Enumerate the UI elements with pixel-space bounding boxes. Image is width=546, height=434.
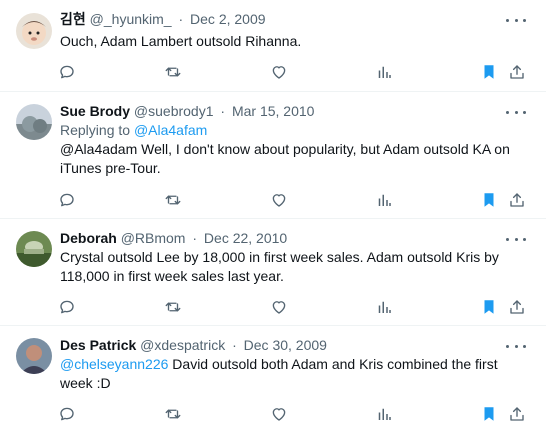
- bookmark-icon[interactable]: [479, 297, 499, 317]
- tweet-body: 김현 @_hyunkim_ · Dec 2, 2009 Ouch, Adam L…: [60, 10, 534, 51]
- more-icon[interactable]: [506, 12, 526, 28]
- reply-icon[interactable]: [57, 297, 77, 317]
- tweet-header: Deborah @RBmom · Dec 22, 2010: [60, 229, 534, 247]
- tweet-text: Crystal outsold Lee by 18,000 in first w…: [60, 248, 534, 286]
- avatar[interactable]: [16, 13, 52, 49]
- tweet[interactable]: Deborah @RBmom · Dec 22, 2010 Crystal ou…: [0, 219, 546, 326]
- tweet-header: Des Patrick @xdespatrick · Dec 30, 2009: [60, 336, 534, 354]
- views-icon[interactable]: [374, 297, 394, 317]
- tweet-text: @Ala4adam Well, I don't know about popul…: [60, 140, 534, 178]
- separator: ·: [220, 103, 226, 119]
- share-icon[interactable]: [507, 297, 527, 317]
- tweet-text-plain: Ouch, Adam Lambert outsold Rihanna.: [60, 33, 302, 49]
- like-icon[interactable]: [269, 190, 289, 210]
- tweet[interactable]: Sue Brody @suebrody1 · Mar 15, 2010 Repl…: [0, 92, 546, 219]
- mention-link[interactable]: @chelseyann226: [60, 356, 168, 372]
- tweet-text-plain: @Ala4adam Well, I don't know about popul…: [60, 141, 510, 176]
- user-handle[interactable]: @suebrody1: [134, 103, 214, 119]
- tweet-date[interactable]: Mar 15, 2010: [232, 103, 315, 119]
- action-bar: [0, 62, 546, 82]
- separator: ·: [192, 230, 198, 246]
- share-icon[interactable]: [507, 62, 527, 82]
- display-name[interactable]: Des Patrick: [60, 337, 136, 353]
- views-icon[interactable]: [374, 190, 394, 210]
- tweet-header: 김현 @_hyunkim_ · Dec 2, 2009: [60, 10, 534, 28]
- action-bar: [0, 297, 546, 317]
- share-icon[interactable]: [507, 404, 527, 424]
- tweet-date[interactable]: Dec 22, 2010: [204, 230, 287, 246]
- tweet-text: Ouch, Adam Lambert outsold Rihanna.: [60, 32, 534, 51]
- retweet-icon[interactable]: [163, 190, 183, 210]
- action-bar: [0, 404, 546, 424]
- views-icon[interactable]: [374, 62, 394, 82]
- reply-label: Replying to: [60, 122, 131, 138]
- separator: ·: [178, 11, 184, 27]
- avatar[interactable]: [16, 338, 52, 374]
- user-handle[interactable]: @_hyunkim_: [90, 11, 172, 27]
- more-icon[interactable]: [506, 231, 526, 247]
- more-icon[interactable]: [506, 338, 526, 354]
- avatar[interactable]: [16, 104, 52, 140]
- bookmark-icon[interactable]: [479, 62, 499, 82]
- action-bar: [0, 190, 546, 210]
- display-name[interactable]: 김현: [60, 11, 86, 27]
- tweet-body: Sue Brody @suebrody1 · Mar 15, 2010 Repl…: [60, 102, 534, 178]
- tweet-text-plain: Crystal outsold Lee by 18,000 in first w…: [60, 249, 499, 284]
- bookmark-icon[interactable]: [479, 404, 499, 424]
- tweet-header: Sue Brody @suebrody1 · Mar 15, 2010: [60, 102, 534, 120]
- reply-icon[interactable]: [57, 404, 77, 424]
- tweet-body: Deborah @RBmom · Dec 22, 2010 Crystal ou…: [60, 229, 534, 286]
- display-name[interactable]: Deborah: [60, 230, 117, 246]
- tweet[interactable]: Des Patrick @xdespatrick · Dec 30, 2009 …: [0, 326, 546, 434]
- tweet-date[interactable]: Dec 2, 2009: [190, 11, 266, 27]
- tweet-body: Des Patrick @xdespatrick · Dec 30, 2009 …: [60, 336, 534, 393]
- share-icon[interactable]: [507, 190, 527, 210]
- like-icon[interactable]: [269, 404, 289, 424]
- reply-icon[interactable]: [57, 190, 77, 210]
- separator: ·: [232, 337, 237, 353]
- retweet-icon[interactable]: [163, 297, 183, 317]
- more-icon[interactable]: [506, 104, 526, 120]
- tweet[interactable]: 김현 @_hyunkim_ · Dec 2, 2009 Ouch, Adam L…: [0, 0, 546, 92]
- user-handle[interactable]: @RBmom: [121, 230, 186, 246]
- views-icon[interactable]: [374, 404, 394, 424]
- like-icon[interactable]: [269, 62, 289, 82]
- tweet-text: @chelseyann226 David outsold both Adam a…: [60, 355, 534, 393]
- display-name[interactable]: Sue Brody: [60, 103, 130, 119]
- retweet-icon[interactable]: [163, 62, 183, 82]
- reply-icon[interactable]: [57, 62, 77, 82]
- bookmark-icon[interactable]: [479, 190, 499, 210]
- retweet-icon[interactable]: [163, 404, 183, 424]
- avatar[interactable]: [16, 231, 52, 267]
- like-icon[interactable]: [269, 297, 289, 317]
- reply-context: Replying to @Ala4afam: [60, 121, 534, 139]
- reply-to-handle[interactable]: @Ala4afam: [134, 122, 207, 138]
- user-handle[interactable]: @xdespatrick: [140, 337, 225, 353]
- tweet-date[interactable]: Dec 30, 2009: [244, 337, 327, 353]
